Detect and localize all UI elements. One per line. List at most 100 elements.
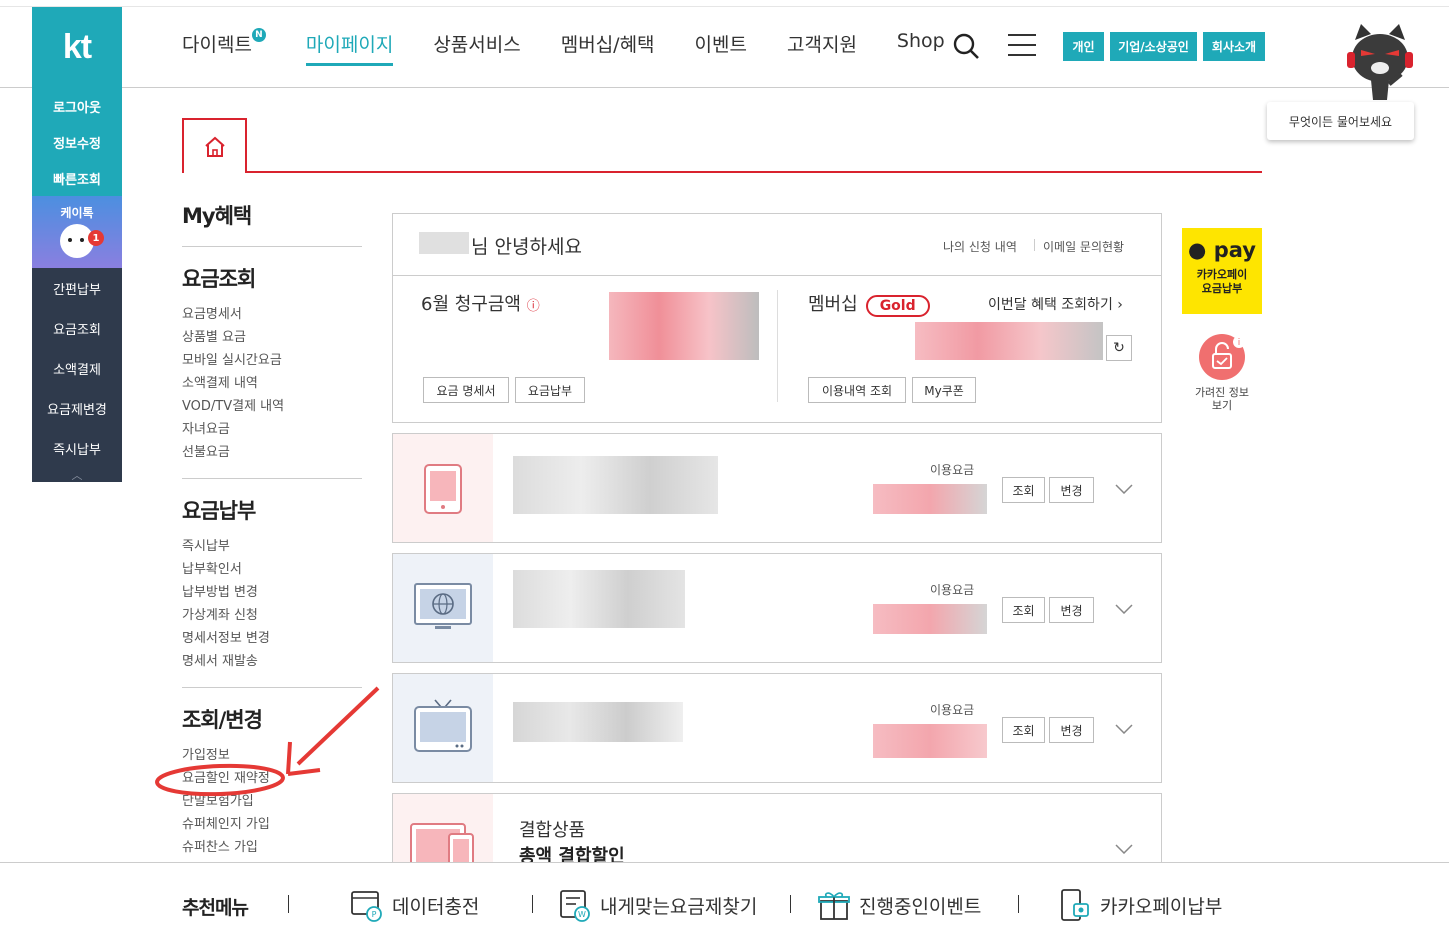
my-requests-link[interactable]: 나의 신청 내역 <box>943 238 1017 255</box>
pill-personal[interactable]: 개인 <box>1063 32 1104 61</box>
menu-bill-statement[interactable]: 요금명세서 <box>182 303 362 326</box>
quick-micro-payment[interactable]: 소액결제 <box>32 348 122 388</box>
chevron-down-icon[interactable] <box>1115 724 1133 734</box>
find-plan-link[interactable]: W 내게맞는요금제찾기 <box>558 888 757 922</box>
section-title: 요금납부 <box>182 499 256 523</box>
membership-row: 멤버십 Gold <box>808 290 930 317</box>
benefit-link[interactable]: 이번달 혜택 조회하기 › <box>988 294 1123 314</box>
bundle-devices-icon <box>393 794 493 868</box>
menu-super-chance[interactable]: 슈퍼찬스 가입 <box>182 836 362 859</box>
home-icon <box>204 136 225 157</box>
section-title: 요금조회 <box>182 267 256 291</box>
kakaopay-sub: 카카오페이 요금납부 <box>1182 268 1262 296</box>
kt-logo[interactable]: kt <box>32 7 122 88</box>
pill-company[interactable]: 회사소개 <box>1203 32 1265 61</box>
fee-label: 이용요금 <box>930 583 975 597</box>
usage-history-button[interactable]: 이용내역 조회 <box>808 377 906 403</box>
nav-membership[interactable]: 멤버십/혜택 <box>561 30 655 66</box>
nav-events[interactable]: 이벤트 <box>695 30 747 66</box>
redacted-points <box>915 322 1103 360</box>
nav-direct[interactable]: 다이렉트 N <box>182 28 266 66</box>
side-title[interactable]: My혜택 <box>182 200 362 230</box>
redacted-name <box>419 232 469 254</box>
menu-statement-resend[interactable]: 명세서 재발송 <box>182 650 362 673</box>
internet-monitor-icon <box>393 554 493 662</box>
change-button[interactable]: 변경 <box>1049 717 1094 743</box>
hidden-info-line1: 가려진 정보 <box>1194 386 1250 399</box>
summary-card: 님 안녕하세요 나의 신청 내역 이메일 문의현황 6월 청구금액 ⓘ 요금 명… <box>392 213 1162 423</box>
quick-easy-pay[interactable]: 간편납부 <box>32 268 122 308</box>
speech-bubble-icon: ● <box>1188 238 1207 262</box>
pay-logo-text: pay <box>1213 238 1256 262</box>
service-card-mobile: 이용요금 조회 변경 <box>392 433 1162 543</box>
chevron-down-icon[interactable] <box>1115 844 1133 854</box>
show-hidden-info-button[interactable]: i 가려진 정보 보기 <box>1182 334 1262 412</box>
quick-menu: 로그아웃 정보수정 빠른조회 케이톡 1 간편납부 요금조회 소액결제 요금제변… <box>32 88 122 482</box>
kakaopay-payment-link[interactable]: 카카오페이납부 <box>1058 888 1222 922</box>
menu-vod-tv-history[interactable]: VOD/TV결제 내역 <box>182 395 362 418</box>
redacted-service-name <box>513 702 683 742</box>
nav-mypage[interactable]: 마이페이지 <box>305 30 394 66</box>
chevron-up-icon[interactable]: ︿ <box>32 468 122 482</box>
chevron-down-icon[interactable] <box>1115 604 1133 614</box>
lookup-button[interactable]: 조회 <box>1002 477 1045 503</box>
ongoing-events-label: 진행중인이벤트 <box>859 895 982 918</box>
menu-payment-certificate[interactable]: 납부확인서 <box>182 558 362 581</box>
red-annotation-arrow <box>155 686 380 797</box>
nav-products[interactable]: 상품서비스 <box>433 30 520 66</box>
bottom-divider <box>790 895 791 913</box>
ktalk-badge: 1 <box>88 230 104 246</box>
lookup-button[interactable]: 조회 <box>1002 717 1045 743</box>
search-icon[interactable] <box>952 32 980 60</box>
service-card-tv: 이용요금 조회 변경 <box>392 673 1162 783</box>
gift-icon <box>818 892 850 920</box>
info-icon[interactable]: ⓘ <box>527 299 540 314</box>
menu-super-change[interactable]: 슈퍼체인지 가입 <box>182 813 362 836</box>
ktalk-button[interactable]: 케이톡 1 <box>32 196 122 268</box>
change-button[interactable]: 변경 <box>1049 597 1094 623</box>
menu-product-fee[interactable]: 상품별 요금 <box>182 326 362 349</box>
menu-statement-info-change[interactable]: 명세서정보 변경 <box>182 627 362 650</box>
chatbot-mascot-icon[interactable] <box>1345 22 1415 102</box>
home-tab[interactable] <box>182 118 247 173</box>
hidden-info-line2: 보기 <box>1211 399 1233 412</box>
bottom-divider <box>1018 895 1019 913</box>
bill-pay-button[interactable]: 요금납부 <box>515 377 585 403</box>
email-inquiry-link[interactable]: 이메일 문의현황 <box>1043 238 1124 255</box>
quick-instant-pay[interactable]: 즉시납부 <box>32 428 122 468</box>
menu-instant-pay[interactable]: 즉시납부 <box>182 535 362 558</box>
menu-prepaid-fee[interactable]: 선불요금 <box>182 441 362 464</box>
nav-shop[interactable]: Shop <box>897 30 945 66</box>
hamburger-menu-icon[interactable] <box>1008 34 1036 58</box>
change-button[interactable]: 변경 <box>1049 477 1094 503</box>
greeting-row: 님 안녕하세요 나의 신청 내역 이메일 문의현황 <box>393 214 1161 276</box>
membership-label: 멤버십 <box>808 294 858 315</box>
menu-micro-payment-history[interactable]: 소액결제 내역 <box>182 372 362 395</box>
my-coupon-button[interactable]: My쿠폰 <box>912 377 976 403</box>
nav-direct-label: 다이렉트 <box>182 34 252 56</box>
kakaopay-payment-label: 카카오페이납부 <box>1100 895 1223 918</box>
data-charge-link[interactable]: P 데이터충전 <box>350 888 479 922</box>
menu-virtual-account[interactable]: 가상계좌 신청 <box>182 604 362 627</box>
menu-child-fee[interactable]: 자녀요금 <box>182 418 362 441</box>
lookup-button[interactable]: 조회 <box>1002 597 1045 623</box>
ask-anything-bubble[interactable]: 무엇이든 물어보세요 <box>1267 102 1414 140</box>
quick-lookup[interactable]: 빠른조회 <box>32 160 122 196</box>
menu-payment-method-change[interactable]: 납부방법 변경 <box>182 581 362 604</box>
quick-bill-lookup[interactable]: 요금조회 <box>32 308 122 348</box>
refresh-icon[interactable]: ↻ <box>1106 335 1132 361</box>
bill-statement-button[interactable]: 요금 명세서 <box>423 377 509 403</box>
pill-business[interactable]: 기업/소상공인 <box>1110 32 1197 61</box>
quick-logout[interactable]: 로그아웃 <box>32 88 122 124</box>
menu-mobile-realtime-fee[interactable]: 모바일 실시간요금 <box>182 349 362 372</box>
find-plan-label: 내게맞는요금제찾기 <box>600 895 758 918</box>
nav-support[interactable]: 고객지원 <box>787 30 857 66</box>
service-card-internet: 이용요금 조회 변경 <box>392 553 1162 663</box>
kakaopay-button[interactable]: ● pay 카카오페이 요금납부 <box>1182 228 1262 314</box>
redacted-fee <box>873 484 987 514</box>
quick-plan-change[interactable]: 요금제변경 <box>32 388 122 428</box>
chevron-down-icon[interactable] <box>1115 484 1133 494</box>
ongoing-events-link[interactable]: 진행중인이벤트 <box>817 888 981 922</box>
chevron-right-icon: › <box>1117 297 1123 313</box>
quick-edit-info[interactable]: 정보수정 <box>32 124 122 160</box>
